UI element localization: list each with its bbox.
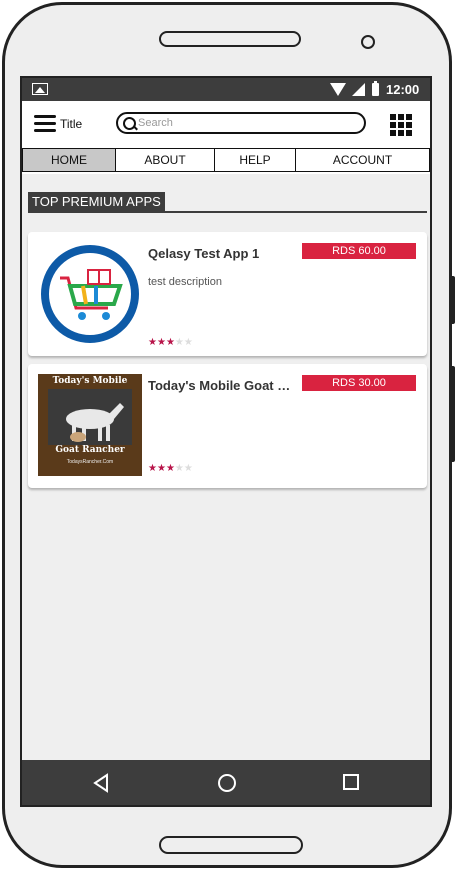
search-input[interactable]: Search bbox=[116, 112, 366, 134]
status-time: 12:00 bbox=[386, 82, 420, 97]
app-title: Title bbox=[60, 117, 83, 131]
star-icon: ★ bbox=[183, 337, 193, 348]
star-icon: ★ bbox=[156, 337, 166, 348]
image-caption-bottom: Goat Rancher bbox=[55, 445, 125, 455]
star-icon: ★ bbox=[148, 463, 157, 474]
star-icon: ★ bbox=[183, 463, 193, 474]
main-content: TOP PREMIUM APPS Qelasy Test App 1 test … bbox=[22, 174, 430, 760]
star-icon: ★ bbox=[174, 463, 184, 474]
recents-icon[interactable] bbox=[342, 773, 360, 791]
volume-button bbox=[449, 276, 455, 324]
goat-rancher-image: Today's Mobile Goat Rancher TodaysRanche… bbox=[38, 374, 142, 476]
app-bar: Title Search bbox=[22, 101, 430, 147]
menu-icon[interactable] bbox=[34, 115, 56, 132]
image-caption-url: TodaysRancher.Com bbox=[66, 459, 114, 465]
cart-logo-icon bbox=[41, 245, 139, 343]
tab-help[interactable]: HELP bbox=[215, 149, 296, 171]
star-icon: ★ bbox=[165, 463, 175, 474]
home-icon[interactable] bbox=[217, 773, 237, 793]
tab-account[interactable]: ACCOUNT bbox=[296, 149, 429, 171]
battery-icon bbox=[372, 81, 379, 96]
home-bar bbox=[159, 836, 303, 854]
android-nav-bar bbox=[22, 760, 430, 805]
app-title: Qelasy Test App 1 bbox=[148, 246, 260, 261]
star-icon: ★ bbox=[165, 337, 175, 348]
goat-picture bbox=[48, 389, 132, 445]
speaker-slot bbox=[159, 31, 301, 47]
section-divider bbox=[28, 211, 427, 213]
signal-icon bbox=[352, 83, 365, 96]
tab-home[interactable]: HOME bbox=[23, 149, 116, 171]
tab-bar: HOME ABOUT HELP ACCOUNT bbox=[22, 148, 430, 172]
camera-icon bbox=[361, 35, 375, 49]
status-bar: 12:00 bbox=[22, 78, 430, 101]
wifi-icon bbox=[330, 83, 346, 96]
app-title: Today's Mobile Goat Rancher bbox=[148, 378, 298, 393]
screen: 12:00 Title Search HOME ABOUT HELP ACCOU… bbox=[20, 76, 432, 807]
back-icon[interactable] bbox=[92, 773, 110, 793]
app-card[interactable]: Qelasy Test App 1 test description RDS 6… bbox=[28, 232, 427, 356]
app-description: test description bbox=[148, 276, 222, 288]
search-placeholder: Search bbox=[138, 117, 173, 129]
tab-about[interactable]: ABOUT bbox=[116, 149, 215, 171]
star-icon: ★ bbox=[156, 463, 166, 474]
app-card[interactable]: Today's Mobile Goat Rancher TodaysRanche… bbox=[28, 364, 427, 488]
section-title: TOP PREMIUM APPS bbox=[28, 192, 165, 211]
price-badge[interactable]: RDS 30.00 bbox=[302, 375, 416, 391]
star-icon: ★ bbox=[148, 337, 157, 348]
search-icon bbox=[123, 117, 136, 130]
image-notification-icon bbox=[32, 83, 48, 95]
power-button bbox=[449, 366, 455, 462]
image-caption-top: Today's Mobile bbox=[52, 376, 128, 386]
star-icon: ★ bbox=[174, 337, 184, 348]
rating-stars: ★★★★★ bbox=[148, 458, 193, 476]
apps-grid-icon[interactable] bbox=[390, 114, 412, 136]
rating-stars: ★★★★★ bbox=[148, 332, 193, 350]
price-badge[interactable]: RDS 60.00 bbox=[302, 243, 416, 259]
